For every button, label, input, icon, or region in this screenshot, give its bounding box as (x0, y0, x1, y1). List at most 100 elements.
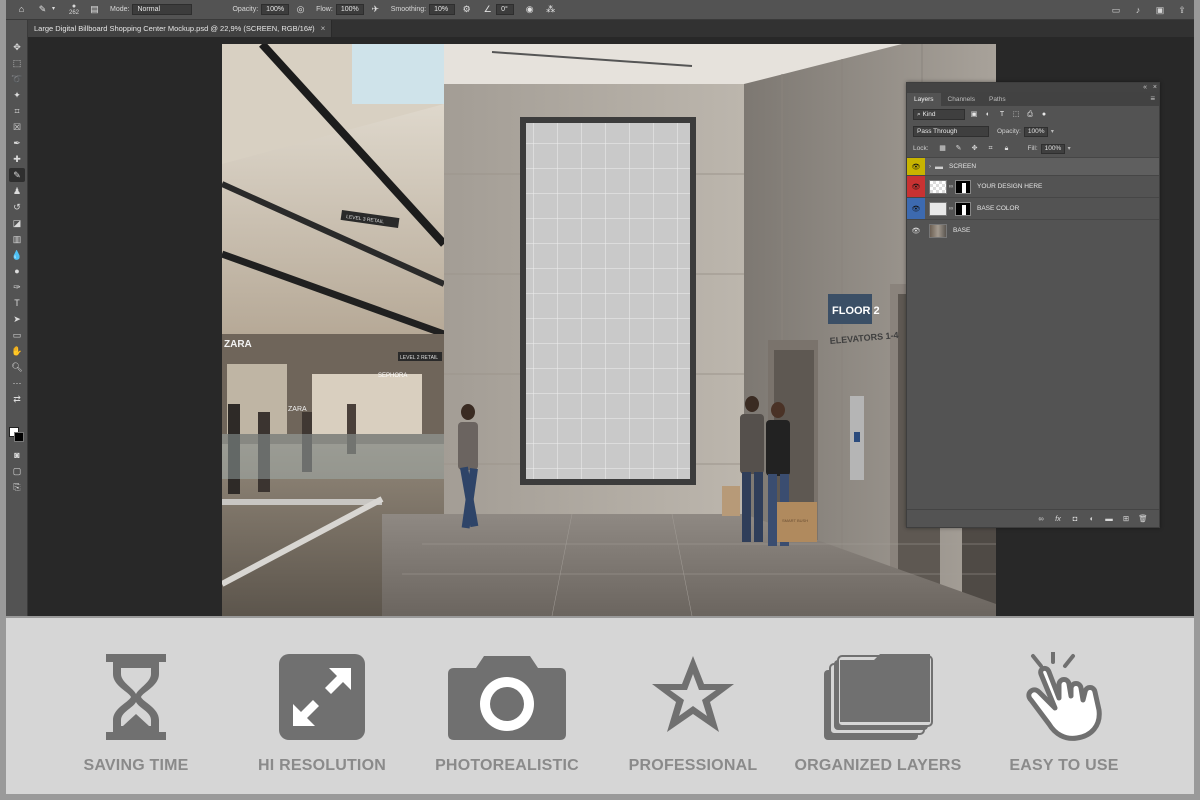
visibility-eye-icon[interactable]: 👁︎ (907, 220, 925, 241)
pen-tool-icon[interactable]: ✑ (9, 280, 25, 294)
chevron-down-icon[interactable]: ▾ (48, 4, 59, 15)
layer-row-base[interactable]: 👁︎ BASE (907, 219, 1159, 241)
filter-shape-icon[interactable]: ⬚ (1011, 110, 1021, 120)
mode-select[interactable]: Normal (132, 4, 193, 15)
hand-tool-icon[interactable]: ✋ (9, 344, 25, 358)
quick-select-tool-icon[interactable]: ✦ (9, 88, 25, 102)
screen-mode-icon[interactable]: ▢ (9, 464, 25, 478)
filter-adjustment-icon[interactable]: ◐ (983, 110, 993, 120)
lock-all-icon[interactable]: 🔒︎ (1002, 144, 1012, 154)
lock-position-icon[interactable]: ✥ (970, 144, 980, 154)
workspace-icon[interactable]: ▭ (1110, 4, 1122, 16)
filter-pixel-icon[interactable]: ▣ (969, 110, 979, 120)
rectangle-tool-icon[interactable]: ▭ (9, 328, 25, 342)
brush-preset-dot[interactable]: ● (72, 3, 76, 10)
brush-tool-icon[interactable]: ✎ (9, 168, 25, 182)
share-export-icon[interactable]: ⎘ (9, 480, 25, 494)
more-tools-icon[interactable]: ⋯ (9, 376, 25, 390)
visibility-eye-icon[interactable]: 👁︎ (907, 198, 925, 219)
symmetry-icon[interactable]: ⁂ (545, 4, 556, 15)
lasso-tool-icon[interactable]: ➰ (9, 72, 25, 86)
lock-artboard-icon[interactable]: ⌗ (986, 144, 996, 154)
add-mask-icon[interactable]: ◘ (1069, 513, 1081, 525)
opacity-field[interactable]: 100% (261, 4, 290, 15)
blend-mode-select[interactable]: Pass Through (913, 126, 989, 137)
document-canvas[interactable]: ZARA SEPHORA ZARA LEVEL 3 RETAIL LEVEL 2… (222, 44, 996, 616)
link-layers-icon[interactable]: ∞ (1035, 513, 1047, 525)
layer-mask-thumbnail[interactable] (955, 179, 971, 194)
brush-settings-icon[interactable]: ▤ (89, 4, 100, 15)
airbrush-icon[interactable]: ✈ (370, 4, 381, 15)
layer-mask-thumbnail[interactable] (955, 201, 971, 216)
filter-type-icon[interactable]: T (997, 110, 1007, 120)
collapse-icon[interactable]: « (1143, 83, 1147, 92)
lock-pixels-icon[interactable]: ▦ (938, 144, 948, 154)
frame-tool-icon[interactable]: ☒ (9, 120, 25, 134)
lock-row: Lock: ▦ ✎ ✥ ⌗ 🔒︎ Fill: 100% ▾ (907, 140, 1159, 157)
feature-easy-to-use: EASY TO USE (974, 652, 1154, 788)
lock-paint-icon[interactable]: ✎ (954, 144, 964, 154)
chevron-down-icon[interactable]: ▾ (1068, 145, 1071, 152)
gradient-tool-icon[interactable]: ▥ (9, 232, 25, 246)
angle-field[interactable]: 0° (496, 4, 515, 15)
fill-field[interactable]: 100% (1040, 143, 1065, 154)
stamp-tool-icon[interactable]: ♟ (9, 184, 25, 198)
link-icon: ∞ (948, 205, 954, 212)
visibility-eye-icon[interactable]: 👁︎ (907, 176, 925, 197)
tab-paths[interactable]: Paths (982, 93, 1013, 106)
photo-thumbnail (929, 223, 947, 238)
move-tool-icon[interactable]: ✥ (9, 40, 25, 54)
filter-kind-select[interactable]: ⌕ Kind (913, 109, 965, 120)
type-tool-icon[interactable]: T (9, 296, 25, 310)
history-brush-tool-icon[interactable]: ↺ (9, 200, 25, 214)
adjustment-layer-icon[interactable]: ◐ (1086, 513, 1098, 525)
panel-menu-icon[interactable]: ≡ (1150, 94, 1155, 103)
feature-label: PROFESSIONAL (628, 757, 758, 774)
healing-tool-icon[interactable]: ✚ (9, 152, 25, 166)
eyedropper-tool-icon[interactable]: ✒ (9, 136, 25, 150)
layer-row-your-design[interactable]: 👁︎ ∞ YOUR DESIGN HERE (907, 175, 1159, 197)
trash-icon[interactable]: 🗑︎ (1137, 513, 1149, 525)
store-sign-left: ZARA (224, 339, 252, 350)
gear-icon[interactable]: ⚙ (461, 4, 472, 15)
layer-opacity-field[interactable]: 100% (1023, 126, 1048, 137)
smoothing-field[interactable]: 10% (429, 4, 456, 15)
pressure-opacity-icon[interactable]: ◎ (295, 4, 306, 15)
marquee-tool-icon[interactable]: ⬚ (9, 56, 25, 70)
background-color-swatch[interactable] (14, 432, 24, 442)
arrange-icon[interactable]: ▣ (1154, 4, 1166, 16)
eraser-tool-icon[interactable]: ◪ (9, 216, 25, 230)
share-icon[interactable]: ⇪ (1176, 4, 1188, 16)
fx-icon[interactable]: fx (1052, 513, 1064, 525)
feature-label: SAVING TIME (83, 757, 189, 774)
document-tab[interactable]: Large Digital Billboard Shopping Center … (28, 20, 333, 37)
new-layer-icon[interactable]: ⊞ (1120, 513, 1132, 525)
panel-close-icon[interactable]: × (1153, 83, 1157, 92)
edit-toolbar-icon[interactable]: ⇄ (9, 392, 25, 406)
brush-tool-icon[interactable]: ✎ (37, 4, 48, 15)
blur-tool-icon[interactable]: 💧 (9, 248, 25, 262)
chevron-right-icon[interactable]: › (929, 164, 931, 170)
path-select-tool-icon[interactable]: ➤ (9, 312, 25, 326)
tab-layers[interactable]: Layers (907, 93, 941, 106)
flow-field[interactable]: 100% (335, 4, 364, 15)
feature-label: ORGANIZED LAYERS (794, 757, 962, 774)
pressure-size-icon[interactable]: ◉ (524, 4, 535, 15)
bell-icon[interactable]: ♪ (1132, 4, 1144, 16)
quick-mask-icon[interactable]: ◙ (9, 448, 25, 462)
layer-row-base-color[interactable]: 👁︎ ∞ BASE COLOR (907, 197, 1159, 219)
close-icon[interactable]: × (321, 20, 326, 37)
chevron-down-icon[interactable]: ▾ (1051, 128, 1054, 135)
filter-toggle-icon[interactable]: ● (1039, 110, 1049, 120)
filter-smart-object-icon[interactable]: ⎙ (1025, 110, 1035, 120)
zoom-tool-icon[interactable]: 🔍︎ (9, 360, 25, 374)
dodge-tool-icon[interactable]: ● (9, 264, 25, 278)
crop-tool-icon[interactable]: ⌗ (9, 104, 25, 118)
visibility-eye-icon[interactable]: 👁︎ (907, 158, 925, 175)
layer-row-screen[interactable]: 👁︎ › ▬ SCREEN (907, 157, 1159, 175)
home-icon[interactable]: ⌂ (16, 4, 27, 15)
tools-panel: ✥ ⬚ ➰ ✦ ⌗ ☒ ✒ ✚ ✎ ♟ ↺ ◪ ▥ 💧 ● ✑ T ➤ ▭ ✋ … (6, 20, 28, 616)
new-group-icon[interactable]: ▬ (1103, 513, 1115, 525)
tab-channels[interactable]: Channels (941, 93, 982, 106)
angle-icon: ∠ (483, 4, 492, 14)
